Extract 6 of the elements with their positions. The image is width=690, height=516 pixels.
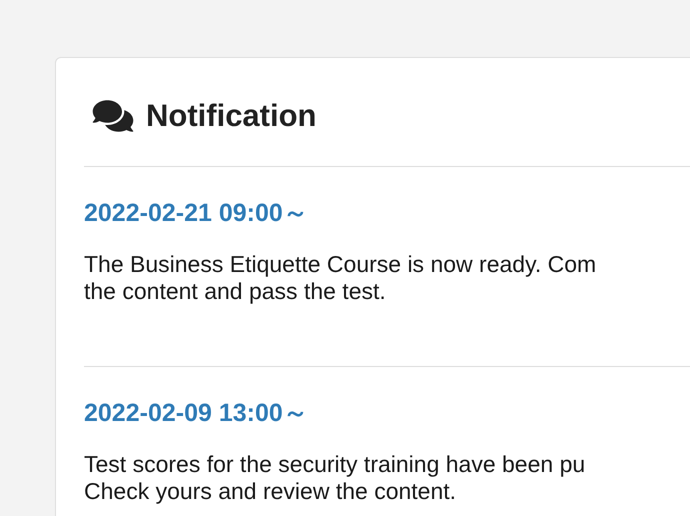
chat-bubbles-icon — [90, 98, 136, 134]
panel-title: Notification — [146, 96, 316, 135]
notification-date: 2022-02-09 13:00～ — [84, 398, 309, 429]
notification-date: 2022-02-21 09:00～ — [84, 198, 309, 229]
notification-message: The Business Etiquette Course is now ready. Com the content and pass the test. — [84, 251, 598, 305]
notification-message: Test scores for the security training have been pu Check yours and review the content. — [84, 451, 586, 505]
